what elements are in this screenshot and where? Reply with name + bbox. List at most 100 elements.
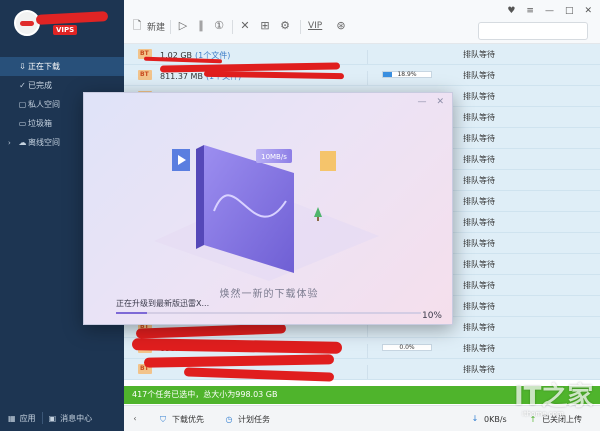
single-task-button[interactable]: ① [212,18,226,34]
task-status: 排队等待 [463,50,495,59]
watermark-site: ithome.com [522,410,564,418]
lock-icon: ▢ [18,100,27,109]
sidebar-item-label: 垃圾箱 [28,119,52,128]
clock-icon: ◷ [225,414,233,424]
column-divider [367,365,368,379]
check-circle-icon: ✓ [19,81,26,90]
progress-text: 18.9% [397,71,417,78]
column-divider [367,50,368,64]
progress-text: 0.0% [399,344,415,351]
task-status: 排队等待 [463,239,495,248]
sidebar-item-label: 正在下载 [28,62,60,71]
sidebar-item-label: 私人空间 [28,100,60,109]
vip-label: VIP [308,21,323,31]
shield-icon: ⛉ [160,414,166,424]
watermark-logo: IT之家 [514,382,594,412]
column-divider [367,323,368,337]
skin-icon[interactable]: ♥ [507,6,515,16]
gear-icon: ⚙ [280,19,290,32]
download-priority-button[interactable]: ⛉ 下载优先 [158,414,204,425]
speedup-icon: ⊛ [336,19,346,32]
messages-label: 消息中心 [60,413,93,423]
divider [232,20,233,34]
chevron-right-icon[interactable]: › [8,139,11,147]
close-icon[interactable]: ✕ [436,97,444,107]
task-status: 排队等待 [463,113,495,122]
start-button[interactable]: ▷ [176,18,190,34]
speedup-button[interactable]: ⊛ [334,18,348,34]
speed-label: 0KB/s [484,414,507,424]
cloud-icon: ☁ [18,138,27,147]
collapse-button[interactable]: ‹ [130,414,140,424]
settings-button[interactable]: ⚙ [278,18,292,34]
download-icon: ⇩ [19,62,26,71]
sidebar-item-label: 离线空间 [28,138,60,147]
task-status: 排队等待 [463,323,495,332]
divider [41,412,43,424]
task-status: 排队等待 [463,92,495,101]
folder-icon [320,151,336,171]
user-area: VIPS [0,0,124,50]
toolbar: 🗋 新建 ▷ ∥ ① ✕ ⊞ ⚙ VIP ⊛ ♥ ≡ — □ ✕ [124,0,600,44]
dialog-controls: — ✕ [417,97,444,107]
chevron-left-icon: ‹ [133,414,137,423]
progress-bar: 0.0% [382,344,432,351]
delete-button[interactable]: ✕ [238,18,252,34]
upgrade-progress-bar [116,312,421,314]
sidebar-bottom: ▦ 应用 ▣ 消息中心 [0,405,124,431]
grid-view-button[interactable]: ⊞ [258,18,272,34]
vip-badge[interactable]: VIPS [53,25,78,35]
new-file-icon: 🗋 [132,19,142,32]
tree-trunk [317,217,319,221]
scheduled-task-button[interactable]: ◷ 计划任务 [224,414,271,425]
trash-icon: ▭ [18,119,27,128]
grid-icon: ⊞ [260,19,270,32]
task-status: 排队等待 [463,344,495,353]
close-icon: ✕ [240,19,250,32]
close-icon[interactable]: ✕ [584,6,592,16]
task-status: 排队等待 [463,218,495,227]
download-speed: ↓ 0KB/s [470,414,507,424]
task-status: 排队等待 [463,281,495,290]
message-icon: ▣ [48,413,57,423]
watermark: IT之家 ithome.com [512,376,598,426]
upgrade-progress-percent: 10% [421,311,442,321]
pause-icon: ∥ [198,19,204,32]
sidebar-item-label: 已完成 [28,81,52,90]
column-divider [367,344,368,358]
priority-label: 下载优先 [172,415,204,424]
task-status: 排队等待 [463,134,495,143]
play-icon: ▷ [178,19,188,32]
divider [300,20,301,34]
upgrade-dialog: — ✕ 10MB/s 焕然一新的下载体验 正在升级到最新版迅雷X... 10% [83,92,453,325]
menu-icon[interactable]: ≡ [526,6,534,16]
new-task-button[interactable]: 🗋 新建 [130,18,165,34]
speed-badge-text: 10MB/s [261,153,287,161]
maximize-icon[interactable]: □ [565,6,574,16]
upgrade-progress-fill [116,312,147,314]
bt-file-icon [138,70,152,80]
single-task-icon: ① [214,19,224,32]
message-center-button[interactable]: ▣ 消息中心 [49,413,93,424]
new-label: 新建 [147,22,166,33]
grid-icon: ▦ [8,413,16,423]
apps-label: 应用 [19,413,36,423]
minimize-icon[interactable]: — [417,97,426,107]
apps-button[interactable]: ▦ 应用 [8,413,36,424]
task-status: 排队等待 [463,176,495,185]
task-status: 排队等待 [463,197,495,206]
schedule-label: 计划任务 [238,415,270,424]
upgrade-illustration: 10MB/s [154,145,379,281]
minimize-icon[interactable]: — [545,6,554,16]
pause-button[interactable]: ∥ [194,18,208,34]
window-controls: ♥ ≡ — □ ✕ [507,6,592,16]
search-input[interactable] [478,22,588,40]
size-text: 811.37 MB [160,72,203,81]
avatar[interactable] [14,10,40,36]
sidebar-item-downloading[interactable]: ⇩ 正在下载 [0,57,124,76]
vip-button[interactable]: VIP [308,18,322,34]
upgrade-status-text: 正在升级到最新版迅雷X... [116,299,210,308]
task-status: 排队等待 [463,260,495,269]
task-status: 排队等待 [463,71,495,80]
task-status: 排队等待 [463,365,495,374]
